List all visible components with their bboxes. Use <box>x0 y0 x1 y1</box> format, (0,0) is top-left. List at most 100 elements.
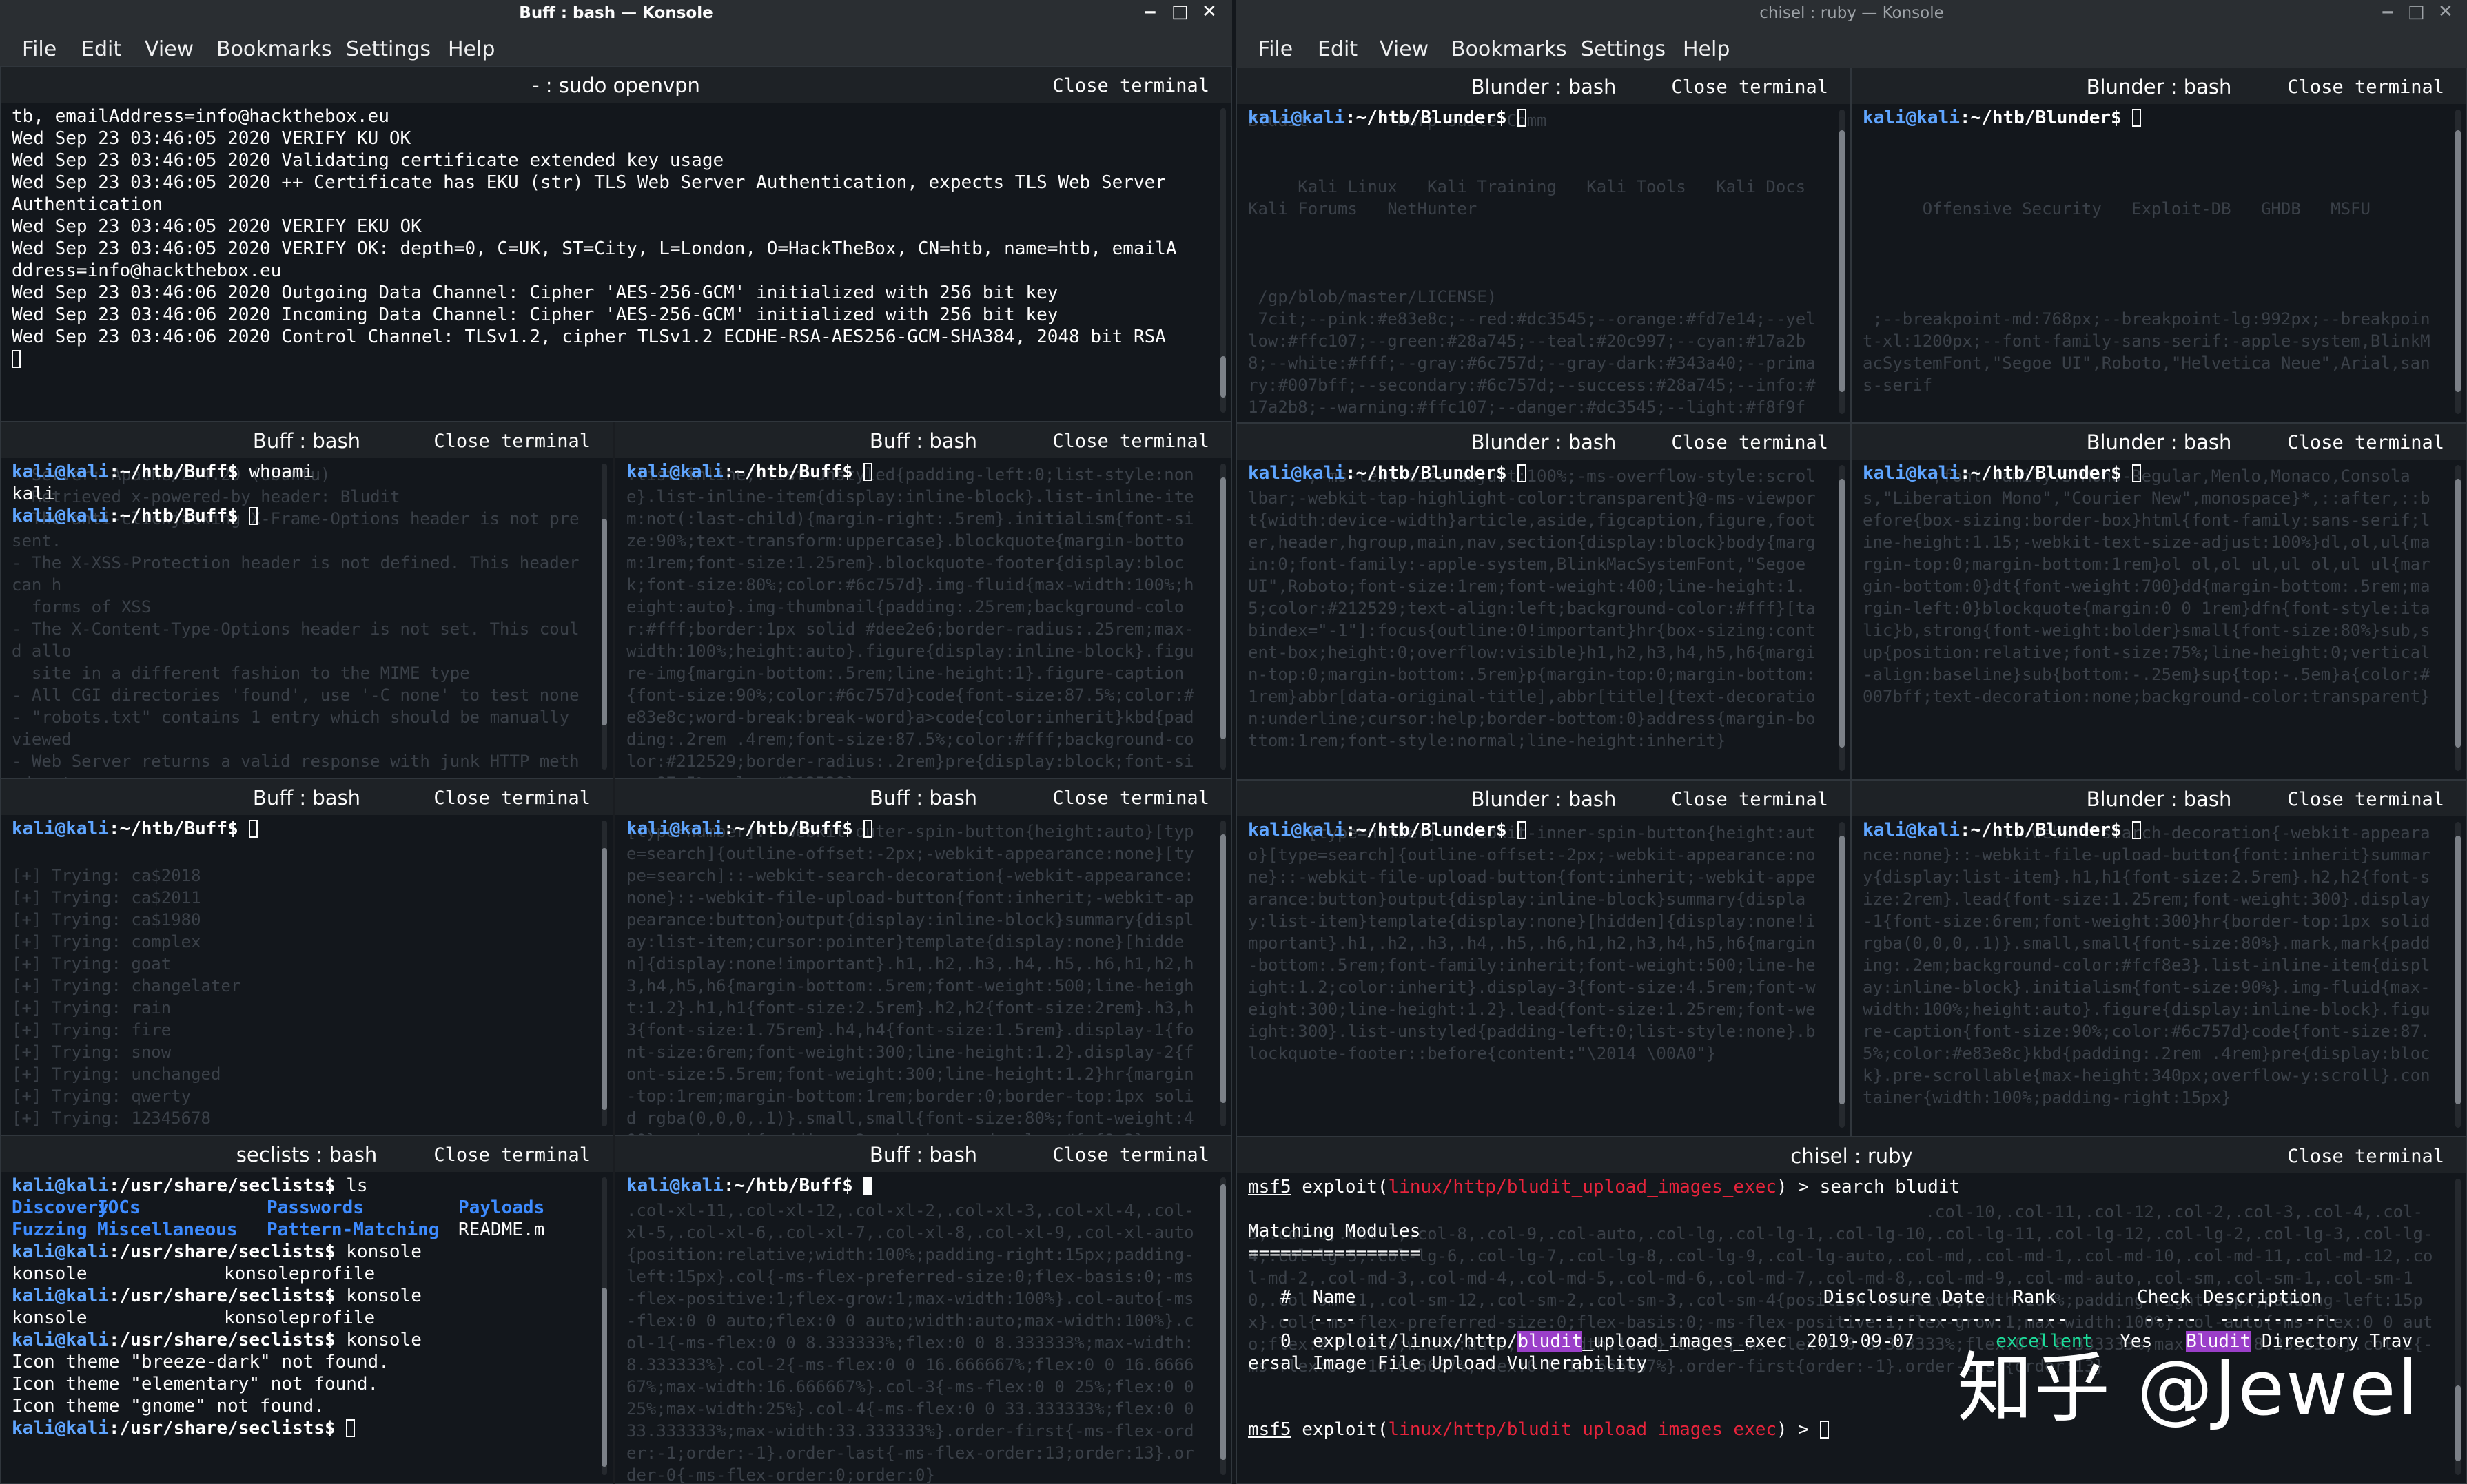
close-terminal-button[interactable]: Close terminal <box>1052 787 1209 809</box>
scrollbar[interactable] <box>2455 1179 2461 1475</box>
menu-settings[interactable]: Settings <box>346 37 431 61</box>
terminal-output: kali@kali:~/htb/Blunder$ <box>1863 462 2439 779</box>
window-title: chisel : ruby — Konsole <box>1759 4 1944 22</box>
close-terminal-button[interactable]: Close terminal <box>1671 789 1828 810</box>
watermark: 知乎 @Jewel <box>1957 1344 2420 1432</box>
pane-title: chisel : ruby <box>1790 1144 1913 1168</box>
scrollbar[interactable] <box>1220 821 1226 1126</box>
maximize-button[interactable]: □ <box>2408 1 2425 22</box>
close-terminal-button[interactable]: Close terminal <box>2287 1146 2444 1167</box>
menu-view[interactable]: View <box>1380 37 1429 61</box>
text-cursor <box>1517 109 1527 127</box>
scrollbar[interactable] <box>1839 822 1845 1128</box>
pane-header: Buff : bash Close terminal <box>615 422 1231 458</box>
scrollbar[interactable] <box>1839 465 1845 771</box>
close-terminal-button[interactable]: Close terminal <box>433 787 591 809</box>
terminal-output: kali@kali:~/htb/Buff$ <box>626 818 1204 1135</box>
close-terminal-button[interactable]: Close terminal <box>1671 76 1828 98</box>
terminal-output: kali@kali:~/htb/Buff$ <box>626 461 1204 778</box>
text-cursor <box>863 820 873 838</box>
menu-bookmarks[interactable]: Bookmarks <box>216 37 332 61</box>
menu-file[interactable]: File <box>1258 37 1293 61</box>
scrollbar[interactable] <box>1839 110 1845 414</box>
pane-header: Blunder : bash Close terminal <box>1237 424 1850 460</box>
text-cursor <box>1819 1421 1829 1439</box>
close-terminal-button[interactable]: Close terminal <box>2287 789 2444 810</box>
close-terminal-button[interactable]: Close terminal <box>433 431 591 452</box>
terminal-pane-blunder-6[interactable]: Blunder : bash Close terminal ::-webkit-… <box>1851 780 2467 1137</box>
scrollbar[interactable] <box>602 1177 607 1475</box>
scrollbar[interactable] <box>2455 465 2461 771</box>
menu-help[interactable]: Help <box>1683 37 1730 61</box>
terminal-pane-blunder-1[interactable]: Blunder : bash Close terminal Bludit Bur… <box>1236 68 1851 423</box>
terminal-pane-buff-4[interactable]: Buff : bash Close terminal [type=number]… <box>615 779 1232 1135</box>
pane-header: Blunder : bash Close terminal <box>1852 424 2466 460</box>
terminal-output: tb, emailAddress=info@hackthebox.eu Wed S… <box>12 105 1204 421</box>
terminal-output: kali@kali:~/htb/Buff$ whoami kali kali@kal… <box>12 462 314 526</box>
scrollbar[interactable] <box>602 821 607 1126</box>
scrollbar[interactable] <box>2455 110 2461 414</box>
pane-header: Buff : bash Close terminal <box>615 1136 1231 1172</box>
pane-header: Blunder : bash Close terminal <box>1237 781 1850 816</box>
terminal-output: kali@kali:/usr/share/seclists$ ls Discove… <box>12 1175 545 1439</box>
menu-edit[interactable]: Edit <box>1318 37 1358 61</box>
close-terminal-button[interactable]: Close terminal <box>2287 432 2444 453</box>
close-window-button[interactable]: ✕ <box>1202 1 1217 22</box>
terminal-pane-seclists[interactable]: seclists : bash Close terminal kali@kali… <box>0 1135 613 1484</box>
close-window-button[interactable]: ✕ <box>2438 1 2453 22</box>
scrollbar[interactable] <box>602 464 607 770</box>
menu-help[interactable]: Help <box>448 37 495 61</box>
text-cursor <box>1517 464 1527 482</box>
terminal-pane-buff-3[interactable]: Buff : bash Close terminal [+] Trying: c… <box>0 779 613 1135</box>
menu-bookmarks[interactable]: Bookmarks <box>1451 37 1567 61</box>
terminal-pane-blunder-4[interactable]: Blunder : bash Close terminal ;font-fami… <box>1851 423 2467 780</box>
menu-file[interactable]: File <box>22 37 57 61</box>
pane-header: Buff : bash Close terminal <box>1 779 613 815</box>
scrollbar[interactable] <box>1220 108 1226 413</box>
close-terminal-button[interactable]: Close terminal <box>1052 1144 1209 1166</box>
terminal-output: kali@kali:~/htb/Blunder$ <box>1863 819 2439 1136</box>
window-title: Buff : bash — Konsole <box>519 4 713 22</box>
close-terminal-button[interactable]: Close terminal <box>1052 75 1209 96</box>
text-cursor <box>2132 821 2142 839</box>
konsole-window-left: Buff : bash — Konsole ‒ □ ✕ File Edit Vi… <box>0 0 1232 1484</box>
terminal-pane-buff-2[interactable]: Buff : bash Close terminal .list-inline,… <box>615 422 1232 779</box>
text-cursor <box>2132 464 2142 482</box>
maximize-button[interactable]: □ <box>1171 1 1189 22</box>
close-terminal-button[interactable]: Close terminal <box>1052 431 1209 452</box>
terminal-output: kali@kali:~/htb/Blunder$ <box>1248 819 1823 1136</box>
terminal-output: kali@kali:~/htb/Blunder$ <box>1248 107 1823 422</box>
terminal-output: kali@kali:~/htb/Blunder$ <box>1863 107 2439 422</box>
menu-edit[interactable]: Edit <box>81 37 121 61</box>
text-cursor <box>2132 109 2142 127</box>
pane-header: - : sudo openvpn Close terminal <box>1 67 1231 103</box>
terminal-pane-blunder-2[interactable]: Blunder : bash Close terminal Offensive … <box>1851 68 2467 423</box>
terminal-pane-buff-5[interactable]: Buff : bash Close terminal .col-xl-11,.c… <box>615 1135 1232 1484</box>
scrollbar[interactable] <box>1220 1177 1226 1475</box>
scrollbar[interactable] <box>2455 822 2461 1128</box>
terminal-pane-openvpn[interactable]: - : sudo openvpn Close terminal tb, emai… <box>0 66 1232 422</box>
title-bar: chisel : ruby — Konsole ‒ □ ✕ <box>1236 0 2467 28</box>
pane-header: Blunder : bash Close terminal <box>1237 68 1850 104</box>
pane-header: Buff : bash Close terminal <box>615 779 1231 815</box>
close-terminal-button[interactable]: Close terminal <box>433 1144 591 1166</box>
text-cursor <box>1517 821 1527 839</box>
scrollbar[interactable] <box>1220 464 1226 770</box>
close-terminal-button[interactable]: Close terminal <box>1671 432 1828 453</box>
pane-header: Buff : bash Close terminal <box>1 422 613 458</box>
menu-settings[interactable]: Settings <box>1581 37 1666 61</box>
pane-header: chisel : ruby Close terminal <box>1237 1137 2466 1173</box>
pane-header: Blunder : bash Close terminal <box>1852 68 2466 104</box>
terminal-pane-buff-1[interactable]: Buff : bash Close terminal - Server: Apa… <box>0 422 613 779</box>
minimize-button[interactable]: ‒ <box>1144 1 1156 22</box>
menu-view[interactable]: View <box>145 37 194 61</box>
close-terminal-button[interactable]: Close terminal <box>2287 76 2444 98</box>
terminal-pane-blunder-5[interactable]: Blunder : bash Close terminal [type=numb… <box>1236 780 1851 1137</box>
pane-title: - : sudo openvpn <box>532 74 700 97</box>
text-cursor <box>249 820 258 838</box>
terminal-pane-blunder-3[interactable]: Blunder : bash Close terminal ;-ms-text-… <box>1236 423 1851 780</box>
pane-header: seclists : bash Close terminal <box>1 1136 613 1172</box>
text-cursor <box>12 350 21 368</box>
terminal-output: kali@kali:~/htb/Blunder$ <box>1248 462 1823 779</box>
minimize-button[interactable]: ‒ <box>2382 1 2394 22</box>
